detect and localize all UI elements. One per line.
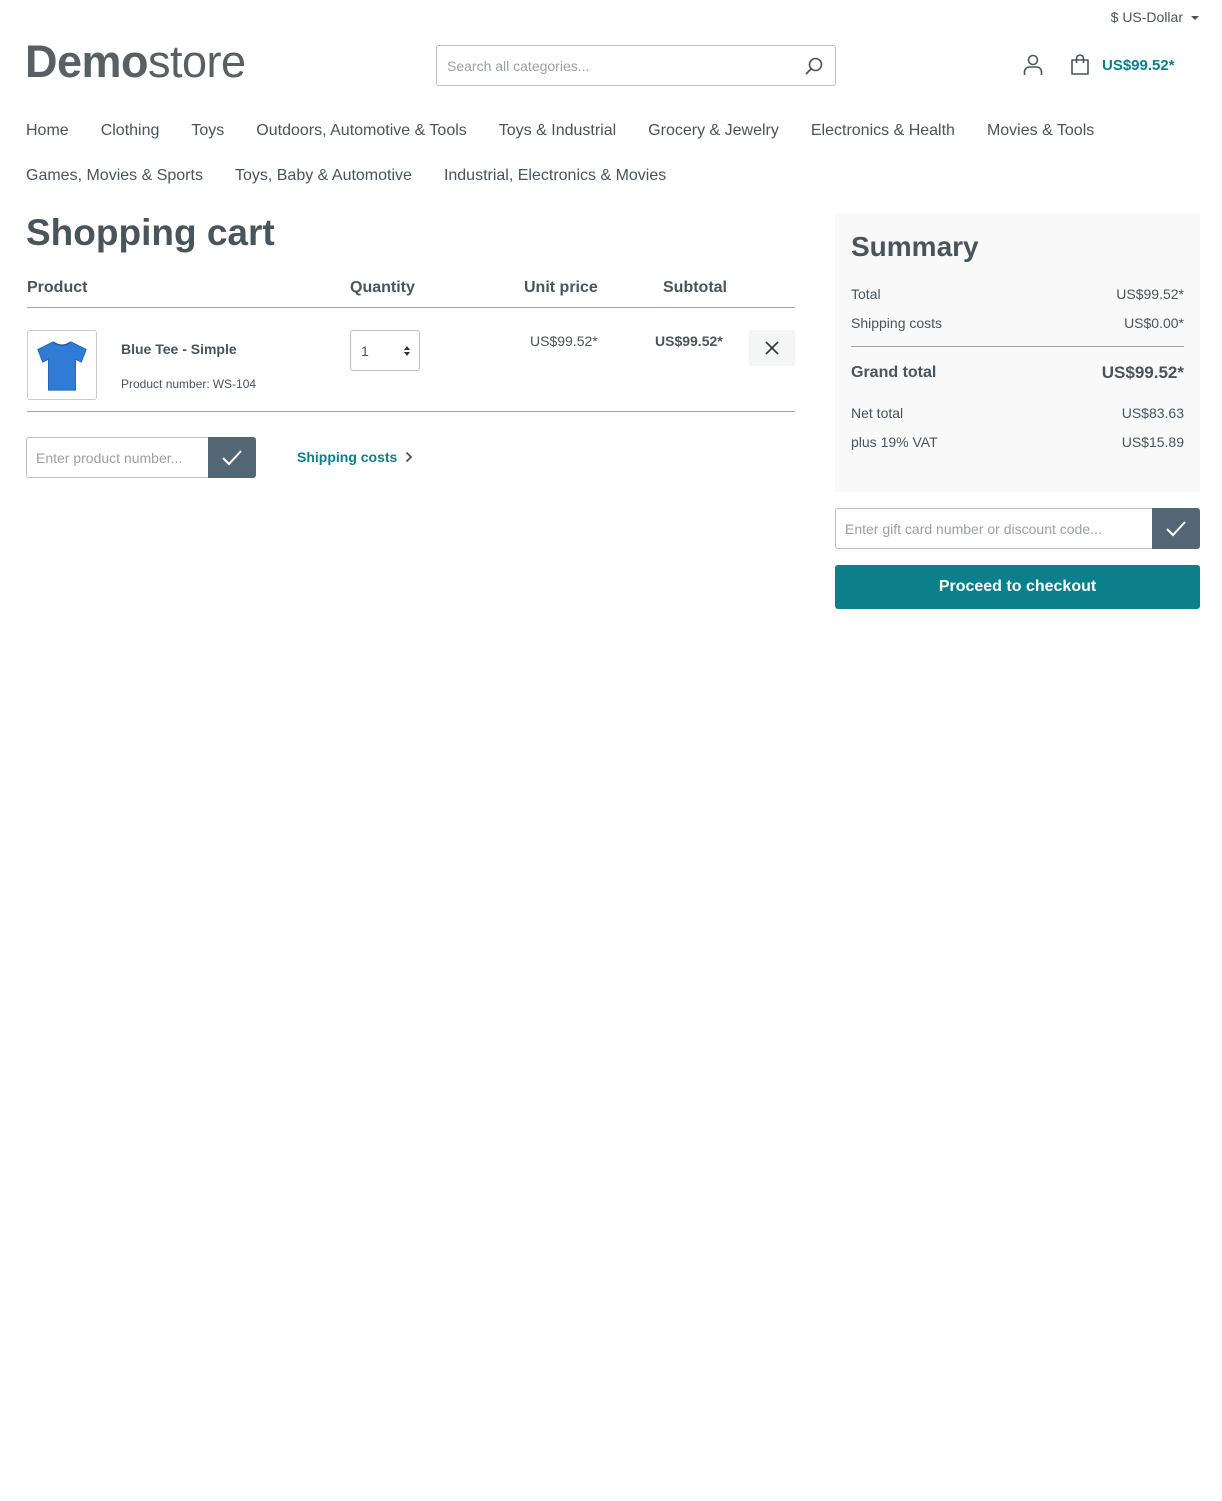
summary-total-value: US$99.52* <box>1116 285 1184 302</box>
cart-line-item: Blue Tee - Simple Product number: WS-104 … <box>27 308 795 412</box>
summary-grand-total-row: Grand total US$99.52* <box>851 357 1184 389</box>
nav-row-2: Games, Movies & Sports Toys, Baby & Auto… <box>26 153 1206 198</box>
quantity-select[interactable]: 1 <box>350 330 420 371</box>
summary-title: Summary <box>851 231 979 262</box>
nav-item-toys-baby-automotive[interactable]: Toys, Baby & Automotive <box>235 167 412 185</box>
product-name-link[interactable]: Blue Tee - Simple <box>121 341 237 357</box>
account-button[interactable] <box>1021 53 1045 77</box>
summary-total-row: Total US$99.52* <box>851 279 1184 308</box>
product-number: Product number: WS-104 <box>121 377 256 391</box>
product-number-label: Product number: <box>121 377 210 391</box>
summary-vat-label: plus 19% VAT <box>851 433 938 450</box>
currency-dropdown[interactable]: $ US-Dollar <box>1111 9 1199 25</box>
column-header-unit-price: Unit price <box>524 279 598 296</box>
checkmark-icon <box>222 449 242 465</box>
column-header-quantity: Quantity <box>350 279 415 296</box>
product-number-value: WS-104 <box>212 377 257 391</box>
summary-net-total-label: Net total <box>851 404 904 421</box>
product-image[interactable] <box>27 330 97 400</box>
nav-item-electronics-health[interactable]: Electronics & Health <box>811 122 955 140</box>
close-icon <box>765 341 779 355</box>
search-button[interactable] <box>793 46 835 85</box>
nav-item-movies-tools[interactable]: Movies & Tools <box>987 122 1094 140</box>
currency-label: $ US-Dollar <box>1110 9 1183 25</box>
cart-table: Product Quantity Unit price Subtotal Blu… <box>27 272 795 412</box>
nav-item-toys-industrial[interactable]: Toys & Industrial <box>499 122 616 140</box>
nav-item-grocery-jewelry[interactable]: Grocery & Jewelry <box>648 122 779 140</box>
nav-item-industrial-electronics-movies[interactable]: Industrial, Electronics & Movies <box>444 167 666 185</box>
logo-text-bold: Demo <box>25 36 149 87</box>
nav-item-games-movies-sports[interactable]: Games, Movies & Sports <box>26 167 203 185</box>
select-arrows-icon <box>404 346 410 356</box>
product-number-input[interactable] <box>26 437 208 478</box>
page-title: Shopping cart <box>26 212 275 253</box>
nav-item-outdoors-automotive-tools[interactable]: Outdoors, Automotive & Tools <box>256 122 466 140</box>
discount-code-input[interactable] <box>835 508 1152 549</box>
summary-net-total-row: Net total US$83.63 <box>851 398 1184 427</box>
search-bar <box>436 45 836 86</box>
main-navigation: Home Clothing Toys Outdoors, Automotive … <box>26 108 1206 198</box>
summary-vat-value: US$15.89 <box>1121 433 1184 450</box>
add-product-submit-button[interactable] <box>208 437 256 478</box>
search-input[interactable] <box>437 46 793 85</box>
summary-shipping-row: Shipping costs US$0.00* <box>851 308 1184 337</box>
summary-net-total-value: US$83.63 <box>1121 404 1184 421</box>
discount-code-form <box>835 508 1200 549</box>
search-icon <box>805 57 823 74</box>
summary-grand-total-value: US$99.52* <box>1101 363 1184 382</box>
column-header-product: Product <box>27 279 88 296</box>
header-cart-total: US$99.52* <box>1102 56 1175 74</box>
unit-price: US$99.52* <box>530 333 598 349</box>
logo-text-light: store <box>148 36 246 87</box>
summary-shipping-label: Shipping costs <box>851 314 943 331</box>
cart-table-header: Product Quantity Unit price Subtotal <box>27 272 795 308</box>
summary-grand-total-label: Grand total <box>851 364 937 381</box>
shopping-bag-icon <box>1071 54 1089 75</box>
chevron-down-icon <box>1191 15 1199 20</box>
order-summary: Summary Total US$99.52* Shipping costs U… <box>835 213 1200 492</box>
summary-divider <box>851 346 1184 347</box>
nav-item-home[interactable]: Home <box>26 122 69 140</box>
quantity-value: 1 <box>361 342 369 359</box>
column-header-subtotal: Subtotal <box>663 279 727 296</box>
nav-item-clothing[interactable]: Clothing <box>101 122 160 140</box>
user-icon <box>1023 54 1043 75</box>
nav-item-toys[interactable]: Toys <box>191 122 224 140</box>
summary-shipping-value: US$0.00* <box>1124 314 1184 331</box>
checkmark-icon <box>1166 520 1186 536</box>
header-cart-button[interactable]: US$99.52* <box>1068 53 1175 77</box>
store-logo[interactable]: Demostore <box>25 38 246 86</box>
proceed-to-checkout-button[interactable]: Proceed to checkout <box>835 565 1200 609</box>
shipping-costs-link[interactable]: Shipping costs <box>297 449 413 465</box>
chevron-right-icon <box>406 451 413 463</box>
summary-vat-row: plus 19% VAT US$15.89 <box>851 427 1184 456</box>
line-subtotal: US$99.52* <box>655 333 723 349</box>
summary-total-label: Total <box>851 285 881 302</box>
tshirt-icon <box>37 341 87 391</box>
shipping-costs-label: Shipping costs <box>297 449 398 465</box>
nav-row-1: Home Clothing Toys Outdoors, Automotive … <box>26 108 1206 153</box>
remove-item-button[interactable] <box>749 330 795 366</box>
discount-code-submit-button[interactable] <box>1152 508 1200 549</box>
add-product-form <box>26 437 256 478</box>
